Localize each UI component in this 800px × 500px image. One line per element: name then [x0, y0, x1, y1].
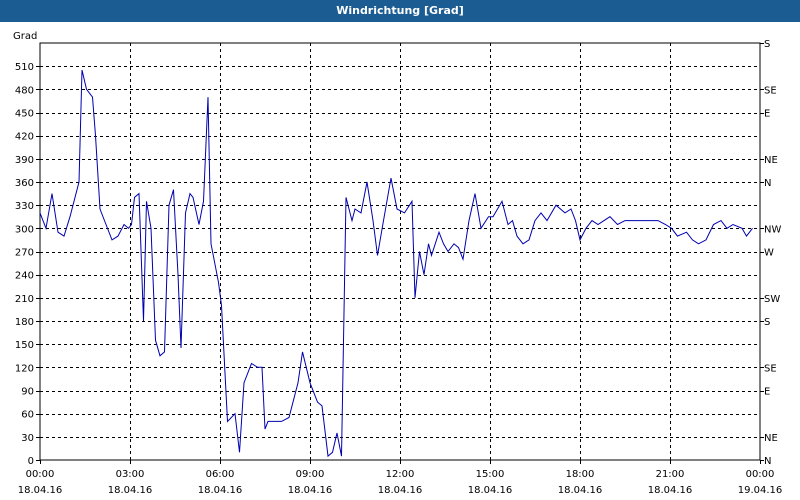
- x-tick-date: 19.04.16: [738, 485, 783, 496]
- x-tick-time: 06:00: [206, 469, 235, 480]
- y-tick-label: 0: [28, 456, 34, 467]
- y-tick-label: 120: [15, 363, 34, 374]
- x-tick-date: 18.04.16: [108, 485, 153, 496]
- right-tick-label: NE: [764, 433, 778, 444]
- y-tick-label: 390: [15, 155, 34, 166]
- x-tick-date: 18.04.16: [18, 485, 63, 496]
- y-axis-label: Grad: [13, 31, 37, 42]
- y-tick-label: 210: [15, 294, 34, 305]
- right-tick-label: NE: [764, 155, 778, 166]
- right-tick-label: SW: [764, 294, 780, 305]
- y-tick-label: 420: [15, 132, 34, 143]
- y-tick-label: 330: [15, 201, 34, 212]
- right-tick-label: E: [764, 109, 770, 120]
- right-axis: N NE E SE S SW W NW N NE E SE S: [760, 39, 781, 467]
- x-tick-time: 12:00: [386, 469, 415, 480]
- y-tick-label: 480: [15, 85, 34, 96]
- right-tick-label: NW: [764, 224, 781, 235]
- y-tick-label: 240: [15, 271, 34, 282]
- x-tick-time: 03:00: [116, 469, 145, 480]
- y-tick-label: 60: [21, 410, 34, 421]
- right-tick-label: E: [764, 387, 770, 398]
- y-tick-label: 360: [15, 178, 34, 189]
- y-tick-label: 270: [15, 248, 34, 259]
- x-tick-time: 00:00: [746, 469, 775, 480]
- right-tick-label: N: [764, 178, 771, 189]
- right-tick-label: SE: [764, 363, 777, 374]
- x-tick-time: 21:00: [656, 469, 685, 480]
- x-tick-date: 18.04.16: [198, 485, 243, 496]
- chart-area: 0 30 60 90 120 150 180 210 240 270 300 330 360 390 420…: [13, 31, 783, 496]
- chart-title: Windrichtung [Grad]: [336, 4, 464, 17]
- y-tick-label: 180: [15, 317, 34, 328]
- x-tick-date: 18.04.16: [378, 485, 423, 496]
- right-tick-label: S: [764, 39, 770, 50]
- y-axis: 0 30 60 90 120 150 180 210 240 270 300 330 360 390 420…: [15, 62, 40, 467]
- right-tick-label: SE: [764, 85, 777, 96]
- x-tick-date: 18.04.16: [558, 485, 603, 496]
- y-tick-label: 150: [15, 340, 34, 351]
- y-tick-label: 300: [15, 224, 34, 235]
- y-tick-label: 90: [21, 387, 34, 398]
- right-tick-label: N: [764, 456, 771, 467]
- y-tick-label: 30: [21, 433, 34, 444]
- y-tick-label: 450: [15, 109, 34, 120]
- x-tick-time: 00:00: [26, 469, 55, 480]
- x-tick-date: 18.04.16: [648, 485, 693, 496]
- x-tick-time: 09:00: [296, 469, 325, 480]
- x-axis: 00:00 18.04.16 03:00 18.04.16 06:00 18.04.16 0…: [18, 460, 783, 496]
- x-tick-time: 15:00: [476, 469, 505, 480]
- y-tick-label: 510: [15, 62, 34, 73]
- x-tick-time: 18:00: [566, 469, 595, 480]
- right-tick-label: W: [764, 248, 774, 259]
- x-tick-date: 18.04.16: [468, 485, 513, 496]
- x-tick-date: 18.04.16: [288, 485, 333, 496]
- right-tick-label: S: [764, 317, 770, 328]
- chart-title-bar: Windrichtung [Grad]: [0, 0, 800, 22]
